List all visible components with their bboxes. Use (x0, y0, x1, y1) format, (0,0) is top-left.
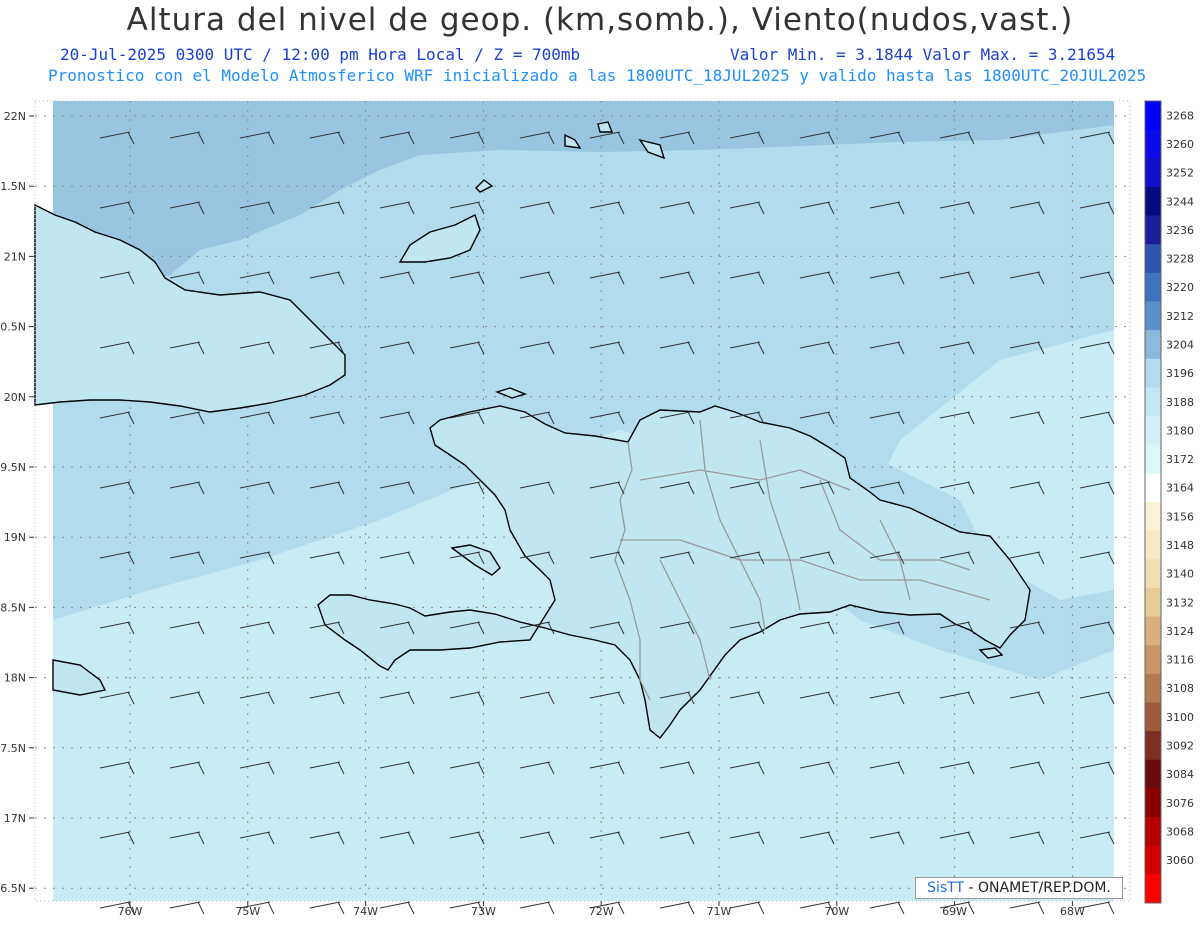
colorbar-segment (1145, 215, 1161, 245)
colorbar-label: 3204 (1166, 338, 1194, 351)
lon-tick-label: 68W (1060, 905, 1085, 918)
colorbar-label: 3172 (1166, 453, 1194, 466)
colorbar-segment (1145, 731, 1161, 761)
colorbar-label: 3084 (1166, 768, 1194, 781)
lat-tick-label: 6.5N (0, 882, 26, 895)
lat-tick-label: 20N (4, 391, 26, 404)
colorbar-label: 3132 (1166, 596, 1194, 609)
colorbar-label: 3236 (1166, 224, 1194, 237)
colorbar-segment (1145, 101, 1161, 131)
lat-tick-label: 8.5N (0, 601, 26, 614)
colorbar-label: 3108 (1166, 682, 1194, 695)
colorbar-segment (1145, 530, 1161, 560)
colorbar-segment (1145, 874, 1161, 904)
wind-barb (869, 901, 905, 915)
lon-tick-label: 75W (235, 905, 260, 918)
colorbar-segment (1145, 645, 1161, 675)
colorbar-label: 3076 (1166, 797, 1194, 810)
colorbar-label: 3196 (1166, 367, 1194, 380)
lon-tick-label: 71W (707, 905, 732, 918)
colorbar-segment (1145, 330, 1161, 360)
colorbar-segment (1145, 817, 1161, 847)
colorbar-label: 3068 (1166, 825, 1194, 838)
wind-barb (519, 901, 555, 915)
lat-tick-label: 21N (4, 250, 26, 263)
colorbar-label: 3252 (1166, 167, 1194, 180)
lat-tick-label: 22N (4, 110, 26, 123)
colorbar-segment (1145, 244, 1161, 274)
wind-barb (169, 901, 205, 915)
lon-tick-label: 73W (471, 905, 496, 918)
latitude-labels: 22N 1.5N 21N 0.5N 20N 9.5N 19N 8.5N 18N 7.5N 17N 6.… (0, 110, 34, 895)
colorbar-label: 3124 (1166, 625, 1194, 638)
colorbar-label: 3092 (1166, 739, 1194, 752)
colorbar-segment (1145, 473, 1161, 503)
colorbar-segment (1145, 301, 1161, 331)
credit-box: SisTT - ONAMET/REP.DOM. (915, 877, 1123, 899)
colorbar-label: 3244 (1166, 195, 1194, 208)
colorbar-label: 3164 (1166, 482, 1194, 495)
colorbar-label: 3156 (1166, 510, 1194, 523)
colorbar-label: 3188 (1166, 396, 1194, 409)
weather-map: 22N 1.5N 21N 0.5N 20N 9.5N 19N 8.5N 18N 7.5N 17N 6.… (0, 100, 1194, 918)
lon-tick-label: 69W (942, 905, 967, 918)
colorbar-label: 3268 (1166, 109, 1194, 122)
lon-tick-label: 76W (118, 905, 143, 918)
colorbar-segment (1145, 387, 1161, 417)
colorbar: 3268 3260 3252 3244 3236 3228 3220 3212 3204 3196… (1144, 100, 1194, 904)
wind-barb (379, 901, 415, 915)
colorbar-segment (1145, 444, 1161, 474)
colorbar-label: 3100 (1166, 711, 1194, 724)
lat-tick-label: 18N (4, 672, 26, 685)
colorbar-segment (1145, 358, 1161, 388)
colorbar-segment (1145, 788, 1161, 818)
colorbar-label: 3180 (1166, 424, 1194, 437)
lon-tick-label: 72W (589, 905, 614, 918)
lat-tick-label: 0.5N (0, 321, 26, 334)
colorbar-label: 3140 (1166, 568, 1194, 581)
colorbar-segment (1145, 673, 1161, 703)
colorbar-segment (1145, 587, 1161, 618)
wind-barb (1009, 901, 1045, 915)
colorbar-segment (1145, 845, 1161, 875)
colorbar-label: 3228 (1166, 253, 1194, 266)
colorbar-label: 3148 (1166, 539, 1194, 552)
colorbar-segment (1145, 616, 1161, 646)
lon-tick-label: 74W (353, 905, 378, 918)
colorbar-label: 3260 (1166, 138, 1194, 151)
colorbar-segment (1145, 272, 1161, 302)
colorbar-label: 3212 (1166, 310, 1194, 323)
lat-tick-label: 9.5N (0, 461, 26, 474)
colorbar-segment (1145, 416, 1161, 446)
credit-text: - ONAMET/REP.DOM. (968, 880, 1111, 896)
lon-tick-label: 70W (824, 905, 849, 918)
colorbar-segment (1145, 559, 1161, 589)
colorbar-segment (1145, 502, 1161, 532)
lat-tick-label: 1.5N (0, 180, 26, 193)
colorbar-segment (1145, 129, 1161, 159)
wind-barb (659, 901, 695, 915)
colorbar-segment (1145, 702, 1161, 732)
colorbar-segment (1145, 186, 1161, 217)
colorbar-segment (1145, 158, 1161, 188)
colorbar-label: 3060 (1166, 854, 1194, 867)
lat-tick-label: 19N (4, 531, 26, 544)
wind-barb (729, 901, 765, 915)
lat-tick-label: 17N (4, 812, 26, 825)
credit-brand: SisTT (927, 880, 965, 896)
lat-tick-label: 7.5N (0, 742, 26, 755)
wind-barb (309, 901, 345, 915)
colorbar-segment (1145, 759, 1161, 789)
wind-barb (1079, 901, 1115, 915)
colorbar-label: 3116 (1166, 654, 1194, 667)
colorbar-label: 3220 (1166, 281, 1194, 294)
